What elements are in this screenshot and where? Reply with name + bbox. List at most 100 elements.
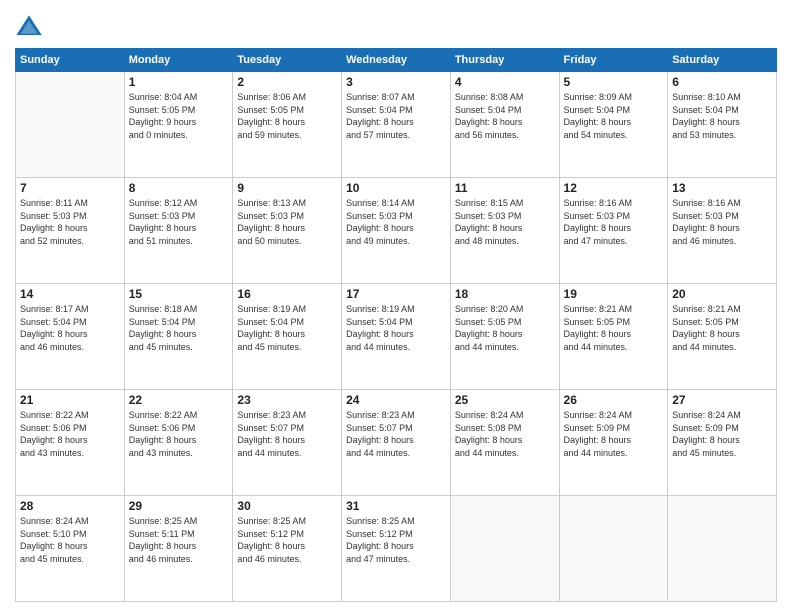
calendar-cell: 16 Sunrise: 8:19 AM Sunset: 5:04 PM Dayli…	[233, 284, 342, 390]
calendar-cell	[668, 496, 777, 602]
calendar-cell: 31 Sunrise: 8:25 AM Sunset: 5:12 PM Dayli…	[342, 496, 451, 602]
day-number: 18	[455, 287, 555, 301]
calendar-cell: 19Sunrise: 8:21 AM Sunset: 5:05 PM Dayli…	[559, 284, 668, 390]
header-row: SundayMondayTuesdayWednesdayThursdayFrid…	[16, 49, 777, 72]
day-number: 8	[129, 181, 229, 195]
week-row-3: 21 Sunrise: 8:22 AM Sunset: 5:06 PM Dayli…	[16, 390, 777, 496]
day-number: 14	[20, 287, 120, 301]
day-number: 24	[346, 393, 446, 407]
day-number: 7	[20, 181, 120, 195]
calendar-cell: 7Sunrise: 8:11 AM Sunset: 5:03 PM Daylig…	[16, 178, 125, 284]
calendar-cell: 23 Sunrise: 8:23 AM Sunset: 5:07 PM Dayli…	[233, 390, 342, 496]
calendar-cell: 28 Sunrise: 8:24 AM Sunset: 5:10 PM Dayli…	[16, 496, 125, 602]
cell-info: Sunrise: 8:24 AM Sunset: 5:08 PM Dayligh…	[455, 409, 555, 459]
cell-info: Sunrise: 8:14 AM Sunset: 5:03 PM Dayligh…	[346, 197, 446, 247]
cell-info: Sunrise: 8:22 AM Sunset: 5:06 PM Dayligh…	[20, 409, 120, 459]
header	[15, 10, 777, 42]
cell-info: Sunrise: 8:23 AM Sunset: 5:07 PM Dayligh…	[346, 409, 446, 459]
calendar-table: SundayMondayTuesdayWednesdayThursdayFrid…	[15, 48, 777, 602]
cell-info: Sunrise: 8:07 AM Sunset: 5:04 PM Dayligh…	[346, 91, 446, 141]
day-header-monday: Monday	[124, 49, 233, 72]
calendar-cell: 11 Sunrise: 8:15 AM Sunset: 5:03 PM Dayli…	[450, 178, 559, 284]
calendar-cell: 1 Sunrise: 8:04 AM Sunset: 5:05 PM Daylig…	[124, 72, 233, 178]
cell-info: Sunrise: 8:20 AM Sunset: 5:05 PM Dayligh…	[455, 303, 555, 353]
day-number: 4	[455, 75, 555, 89]
day-number: 19	[564, 287, 664, 301]
calendar-cell: 10 Sunrise: 8:14 AM Sunset: 5:03 PM Dayli…	[342, 178, 451, 284]
calendar-cell: 4 Sunrise: 8:08 AM Sunset: 5:04 PM Daylig…	[450, 72, 559, 178]
day-number: 3	[346, 75, 446, 89]
day-number: 11	[455, 181, 555, 195]
cell-info: Sunrise: 8:15 AM Sunset: 5:03 PM Dayligh…	[455, 197, 555, 247]
calendar-cell	[559, 496, 668, 602]
cell-info: Sunrise: 8:10 AM Sunset: 5:04 PM Dayligh…	[672, 91, 772, 141]
day-number: 1	[129, 75, 229, 89]
day-number: 16	[237, 287, 337, 301]
day-number: 9	[237, 181, 337, 195]
cell-info: Sunrise: 8:24 AM Sunset: 5:09 PM Dayligh…	[564, 409, 664, 459]
cell-info: Sunrise: 8:25 AM Sunset: 5:12 PM Dayligh…	[346, 515, 446, 565]
day-header-thursday: Thursday	[450, 49, 559, 72]
calendar-cell	[450, 496, 559, 602]
cell-info: Sunrise: 8:09 AM Sunset: 5:04 PM Dayligh…	[564, 91, 664, 141]
day-header-saturday: Saturday	[668, 49, 777, 72]
day-number: 21	[20, 393, 120, 407]
calendar-cell: 9 Sunrise: 8:13 AM Sunset: 5:03 PM Daylig…	[233, 178, 342, 284]
cell-info: Sunrise: 8:06 AM Sunset: 5:05 PM Dayligh…	[237, 91, 337, 141]
cell-info: Sunrise: 8:12 AM Sunset: 5:03 PM Dayligh…	[129, 197, 229, 247]
calendar-cell: 30Sunrise: 8:25 AM Sunset: 5:12 PM Dayli…	[233, 496, 342, 602]
cell-info: Sunrise: 8:16 AM Sunset: 5:03 PM Dayligh…	[564, 197, 664, 247]
logo-icon	[15, 14, 43, 42]
week-row-4: 28 Sunrise: 8:24 AM Sunset: 5:10 PM Dayli…	[16, 496, 777, 602]
cell-info: Sunrise: 8:24 AM Sunset: 5:09 PM Dayligh…	[672, 409, 772, 459]
calendar-cell: 27 Sunrise: 8:24 AM Sunset: 5:09 PM Dayli…	[668, 390, 777, 496]
day-header-sunday: Sunday	[16, 49, 125, 72]
calendar-cell: 14Sunrise: 8:17 AM Sunset: 5:04 PM Dayli…	[16, 284, 125, 390]
day-number: 23	[237, 393, 337, 407]
calendar-cell: 15Sunrise: 8:18 AM Sunset: 5:04 PM Dayli…	[124, 284, 233, 390]
calendar-cell: 24 Sunrise: 8:23 AM Sunset: 5:07 PM Dayli…	[342, 390, 451, 496]
calendar-cell: 17 Sunrise: 8:19 AM Sunset: 5:04 PM Dayli…	[342, 284, 451, 390]
cell-info: Sunrise: 8:24 AM Sunset: 5:10 PM Dayligh…	[20, 515, 120, 565]
day-number: 31	[346, 499, 446, 513]
cell-info: Sunrise: 8:19 AM Sunset: 5:04 PM Dayligh…	[237, 303, 337, 353]
calendar-cell: 18 Sunrise: 8:20 AM Sunset: 5:05 PM Dayli…	[450, 284, 559, 390]
calendar-cell: 20 Sunrise: 8:21 AM Sunset: 5:05 PM Dayli…	[668, 284, 777, 390]
cell-info: Sunrise: 8:22 AM Sunset: 5:06 PM Dayligh…	[129, 409, 229, 459]
cell-info: Sunrise: 8:25 AM Sunset: 5:12 PM Dayligh…	[237, 515, 337, 565]
calendar-cell: 5Sunrise: 8:09 AM Sunset: 5:04 PM Daylig…	[559, 72, 668, 178]
day-number: 29	[129, 499, 229, 513]
calendar-cell: 13Sunrise: 8:16 AM Sunset: 5:03 PM Dayli…	[668, 178, 777, 284]
cell-info: Sunrise: 8:21 AM Sunset: 5:05 PM Dayligh…	[672, 303, 772, 353]
day-number: 20	[672, 287, 772, 301]
day-number: 17	[346, 287, 446, 301]
calendar-cell: 29Sunrise: 8:25 AM Sunset: 5:11 PM Dayli…	[124, 496, 233, 602]
cell-info: Sunrise: 8:23 AM Sunset: 5:07 PM Dayligh…	[237, 409, 337, 459]
cell-info: Sunrise: 8:16 AM Sunset: 5:03 PM Dayligh…	[672, 197, 772, 247]
day-number: 6	[672, 75, 772, 89]
page: SundayMondayTuesdayWednesdayThursdayFrid…	[0, 0, 792, 612]
calendar-cell: 2 Sunrise: 8:06 AM Sunset: 5:05 PM Daylig…	[233, 72, 342, 178]
week-row-0: 1 Sunrise: 8:04 AM Sunset: 5:05 PM Daylig…	[16, 72, 777, 178]
week-row-1: 7Sunrise: 8:11 AM Sunset: 5:03 PM Daylig…	[16, 178, 777, 284]
cell-info: Sunrise: 8:08 AM Sunset: 5:04 PM Dayligh…	[455, 91, 555, 141]
cell-info: Sunrise: 8:04 AM Sunset: 5:05 PM Dayligh…	[129, 91, 229, 141]
cell-info: Sunrise: 8:13 AM Sunset: 5:03 PM Dayligh…	[237, 197, 337, 247]
week-row-2: 14Sunrise: 8:17 AM Sunset: 5:04 PM Dayli…	[16, 284, 777, 390]
calendar-cell: 21 Sunrise: 8:22 AM Sunset: 5:06 PM Dayli…	[16, 390, 125, 496]
day-header-wednesday: Wednesday	[342, 49, 451, 72]
day-number: 27	[672, 393, 772, 407]
calendar-cell: 3 Sunrise: 8:07 AM Sunset: 5:04 PM Daylig…	[342, 72, 451, 178]
day-number: 28	[20, 499, 120, 513]
calendar-cell: 12 Sunrise: 8:16 AM Sunset: 5:03 PM Dayli…	[559, 178, 668, 284]
cell-info: Sunrise: 8:19 AM Sunset: 5:04 PM Dayligh…	[346, 303, 446, 353]
day-number: 12	[564, 181, 664, 195]
day-number: 10	[346, 181, 446, 195]
day-number: 26	[564, 393, 664, 407]
calendar-cell: 26 Sunrise: 8:24 AM Sunset: 5:09 PM Dayli…	[559, 390, 668, 496]
calendar-cell: 22Sunrise: 8:22 AM Sunset: 5:06 PM Dayli…	[124, 390, 233, 496]
logo	[15, 14, 47, 42]
day-number: 2	[237, 75, 337, 89]
day-header-tuesday: Tuesday	[233, 49, 342, 72]
calendar-cell: 6 Sunrise: 8:10 AM Sunset: 5:04 PM Daylig…	[668, 72, 777, 178]
